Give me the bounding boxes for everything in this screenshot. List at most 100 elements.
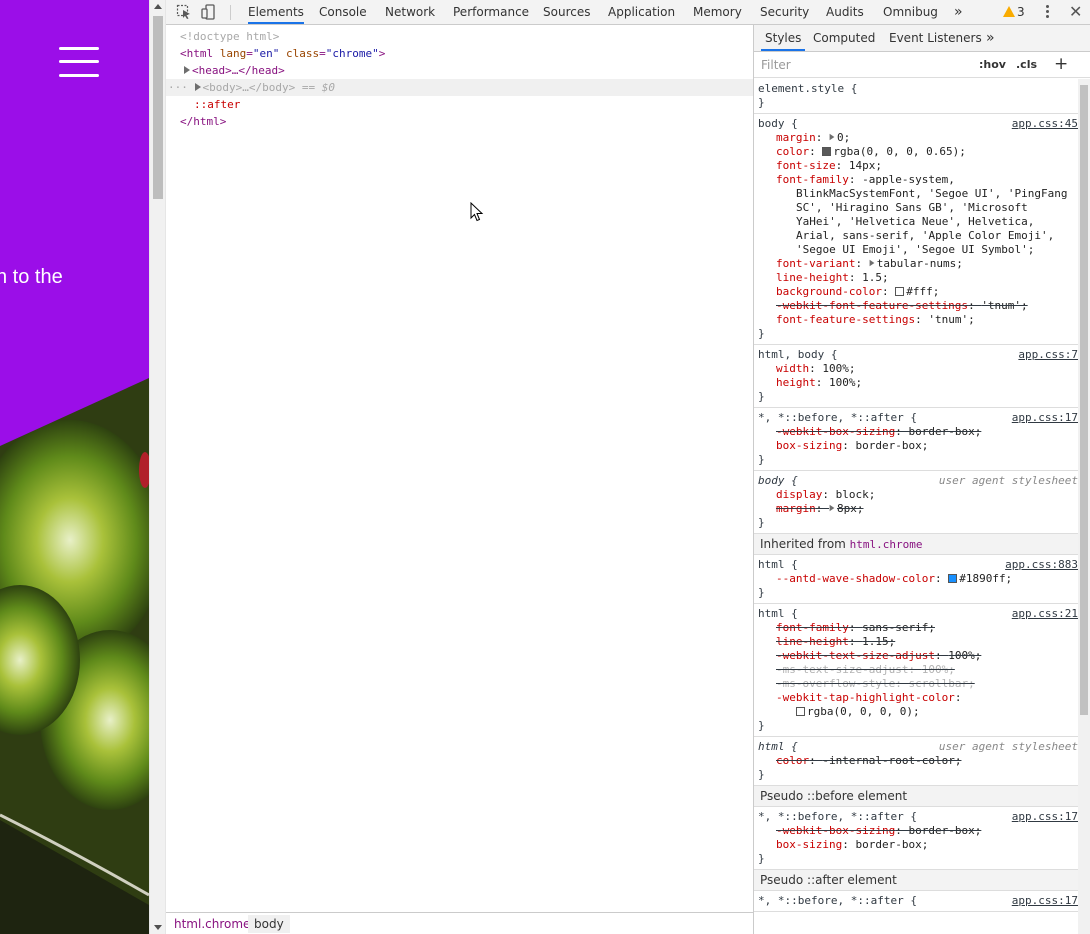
- scroll-down-arrow-icon[interactable]: [154, 925, 162, 930]
- rule-selector[interactable]: html, body {app.css:7: [758, 348, 1078, 362]
- rule-selector[interactable]: html {app.css:21: [758, 607, 1078, 621]
- rule-source-link[interactable]: app.css:7: [1018, 348, 1078, 362]
- css-property[interactable]: -ms-text-size-adjust: 100%;: [758, 663, 1078, 677]
- css-rule[interactable]: body {user agent stylesheet display: bloc…: [754, 471, 1078, 534]
- breadcrumb-html[interactable]: html.chrome: [174, 917, 250, 931]
- tab-sources[interactable]: Sources: [543, 0, 590, 24]
- css-property[interactable]: background-color: #fff;: [758, 285, 1078, 299]
- css-property[interactable]: margin: 0;: [758, 131, 1078, 145]
- rule-selector[interactable]: *, *::before, *::after {app.css:17: [758, 894, 1078, 908]
- css-property[interactable]: 'Segoe UI Emoji', 'Segoe UI Symbol';: [758, 243, 1078, 257]
- scroll-up-arrow-icon[interactable]: [154, 4, 162, 9]
- rule-source-link[interactable]: app.css:883: [1005, 558, 1078, 572]
- css-property[interactable]: line-height: 1.15;: [758, 635, 1078, 649]
- expand-arrow-icon[interactable]: [194, 83, 201, 91]
- tab-audits[interactable]: Audits: [826, 0, 864, 24]
- rule-source-link[interactable]: app.css:17: [1012, 894, 1078, 908]
- css-property[interactable]: SC', 'Hiragino Sans GB', 'Microsoft: [758, 201, 1078, 215]
- rule-source-link[interactable]: app.css:21: [1012, 607, 1078, 621]
- rule-selector[interactable]: *, *::before, *::after {app.css:17: [758, 411, 1078, 425]
- hamburger-menu-icon[interactable]: [59, 46, 99, 78]
- inherited-from-node[interactable]: html.chrome: [850, 538, 923, 551]
- page-scrollbar-thumb[interactable]: [153, 16, 163, 199]
- css-property[interactable]: margin: 8px;: [758, 502, 1078, 516]
- element-style-rule[interactable]: element.style { }: [754, 79, 1078, 114]
- dom-body-node[interactable]: ··· <body>…</body> == $0: [168, 79, 335, 96]
- css-property[interactable]: -webkit-tap-highlight-color:: [758, 691, 1078, 705]
- rule-selector[interactable]: body {user agent stylesheet: [758, 474, 1078, 488]
- dom-head-node[interactable]: <head>…</head>: [184, 62, 285, 79]
- css-property[interactable]: font-family: -apple-system,: [758, 173, 1078, 187]
- css-rule[interactable]: html {app.css:883 --antd-wave-shadow-colo…: [754, 555, 1078, 604]
- color-swatch-icon[interactable]: [895, 287, 905, 296]
- rule-selector[interactable]: html {user agent stylesheet: [758, 740, 1078, 754]
- css-property[interactable]: width: 100%;: [758, 362, 1078, 376]
- tab-console[interactable]: Console: [319, 0, 367, 24]
- rule-source-link[interactable]: app.css:17: [1012, 411, 1078, 425]
- rule-selector[interactable]: body {app.css:45: [758, 117, 1078, 131]
- css-property[interactable]: color: -internal-root-color;: [758, 754, 1078, 768]
- css-rule[interactable]: html {user agent stylesheet color: -inter…: [754, 737, 1078, 786]
- css-property[interactable]: -webkit-text-size-adjust: 100%;: [758, 649, 1078, 663]
- css-rule[interactable]: *, *::before, *::after {app.css:17 -webki…: [754, 807, 1078, 870]
- warnings-badge[interactable]: 3: [1003, 5, 1025, 19]
- page-scrollbar[interactable]: [149, 0, 166, 934]
- styles-scrollbar[interactable]: [1078, 79, 1090, 934]
- tab-performance[interactable]: Performance: [453, 0, 529, 24]
- css-rule[interactable]: *, *::before, *::after {app.css:17: [754, 891, 1078, 912]
- css-property[interactable]: box-sizing: border-box;: [758, 838, 1078, 852]
- add-style-rule-icon[interactable]: +: [1054, 54, 1068, 74]
- css-property[interactable]: -ms-overflow-style: scrollbar;: [758, 677, 1078, 691]
- more-options-icon[interactable]: [1046, 5, 1050, 20]
- css-property[interactable]: rgba(0, 0, 0, 0);: [758, 705, 1078, 719]
- color-swatch-icon[interactable]: [822, 147, 832, 156]
- tab-application[interactable]: Application: [608, 0, 675, 24]
- css-property[interactable]: Arial, sans-serif, 'Apple Color Emoji',: [758, 229, 1078, 243]
- css-property[interactable]: height: 100%;: [758, 376, 1078, 390]
- css-property[interactable]: -webkit-box-sizing: border-box;: [758, 824, 1078, 838]
- color-swatch-icon[interactable]: [796, 707, 805, 716]
- css-rule[interactable]: *, *::before, *::after {app.css:17 -webki…: [754, 408, 1078, 471]
- subtab-styles[interactable]: Styles: [761, 25, 806, 51]
- breadcrumb-body[interactable]: body: [248, 915, 290, 933]
- css-property[interactable]: font-feature-settings: 'tnum';: [758, 313, 1078, 327]
- dom-html-node[interactable]: <html lang="en" class="chrome">: [180, 45, 385, 62]
- rule-selector[interactable]: *, *::before, *::after {app.css:17: [758, 810, 1078, 824]
- more-tabs-button[interactable]: »: [954, 0, 963, 24]
- tab-memory[interactable]: Memory: [693, 0, 742, 24]
- rule-source-link[interactable]: app.css:17: [1012, 810, 1078, 824]
- css-property[interactable]: font-family: sans-serif;: [758, 621, 1078, 635]
- css-property[interactable]: BlinkMacSystemFont, 'Segoe UI', 'PingFan…: [758, 187, 1078, 201]
- css-property[interactable]: display: block;: [758, 488, 1078, 502]
- styles-scrollbar-thumb[interactable]: [1080, 85, 1088, 715]
- color-swatch-icon[interactable]: [948, 574, 958, 583]
- css-property[interactable]: -webkit-font-feature-settings: 'tnum';: [758, 299, 1078, 313]
- css-rule[interactable]: html, body {app.css:7 width: 100%; height:…: [754, 345, 1078, 408]
- css-property[interactable]: box-sizing: border-box;: [758, 439, 1078, 453]
- close-devtools-icon[interactable]: ✕: [1069, 2, 1082, 21]
- tab-elements[interactable]: Elements: [248, 0, 304, 24]
- subtab-computed[interactable]: Computed: [813, 25, 875, 51]
- css-property[interactable]: font-variant: tabular-nums;: [758, 257, 1078, 271]
- dom-doctype[interactable]: <!doctype html>: [180, 28, 279, 45]
- dom-html-close[interactable]: </html>: [180, 113, 226, 130]
- hover-state-toggle[interactable]: :hov: [979, 58, 1006, 71]
- css-property[interactable]: YaHei', 'Helvetica Neue', Helvetica,: [758, 215, 1078, 229]
- css-rule[interactable]: body {app.css:45 margin: 0; color: rgba(0,…: [754, 114, 1078, 345]
- expand-shorthand-icon[interactable]: [829, 133, 835, 141]
- expand-shorthand-icon[interactable]: [869, 259, 875, 267]
- expand-shorthand-icon[interactable]: [829, 504, 835, 512]
- rule-selector[interactable]: html {app.css:883: [758, 558, 1078, 572]
- tab-omnibug[interactable]: Omnibug: [883, 0, 938, 24]
- device-toolbar-icon[interactable]: [201, 4, 217, 20]
- class-toggle[interactable]: .cls: [1016, 58, 1037, 71]
- css-property[interactable]: --antd-wave-shadow-color: #1890ff;: [758, 572, 1078, 586]
- expand-arrow-icon[interactable]: [184, 66, 190, 74]
- tab-network[interactable]: Network: [385, 0, 435, 24]
- css-rule[interactable]: html {app.css:21 font-family: sans-serif;…: [754, 604, 1078, 737]
- tab-security[interactable]: Security: [760, 0, 809, 24]
- css-property[interactable]: line-height: 1.5;: [758, 271, 1078, 285]
- css-property[interactable]: color: rgba(0, 0, 0, 0.65);: [758, 145, 1078, 159]
- css-property[interactable]: font-size: 14px;: [758, 159, 1078, 173]
- rule-source-link[interactable]: app.css:45: [1012, 117, 1078, 131]
